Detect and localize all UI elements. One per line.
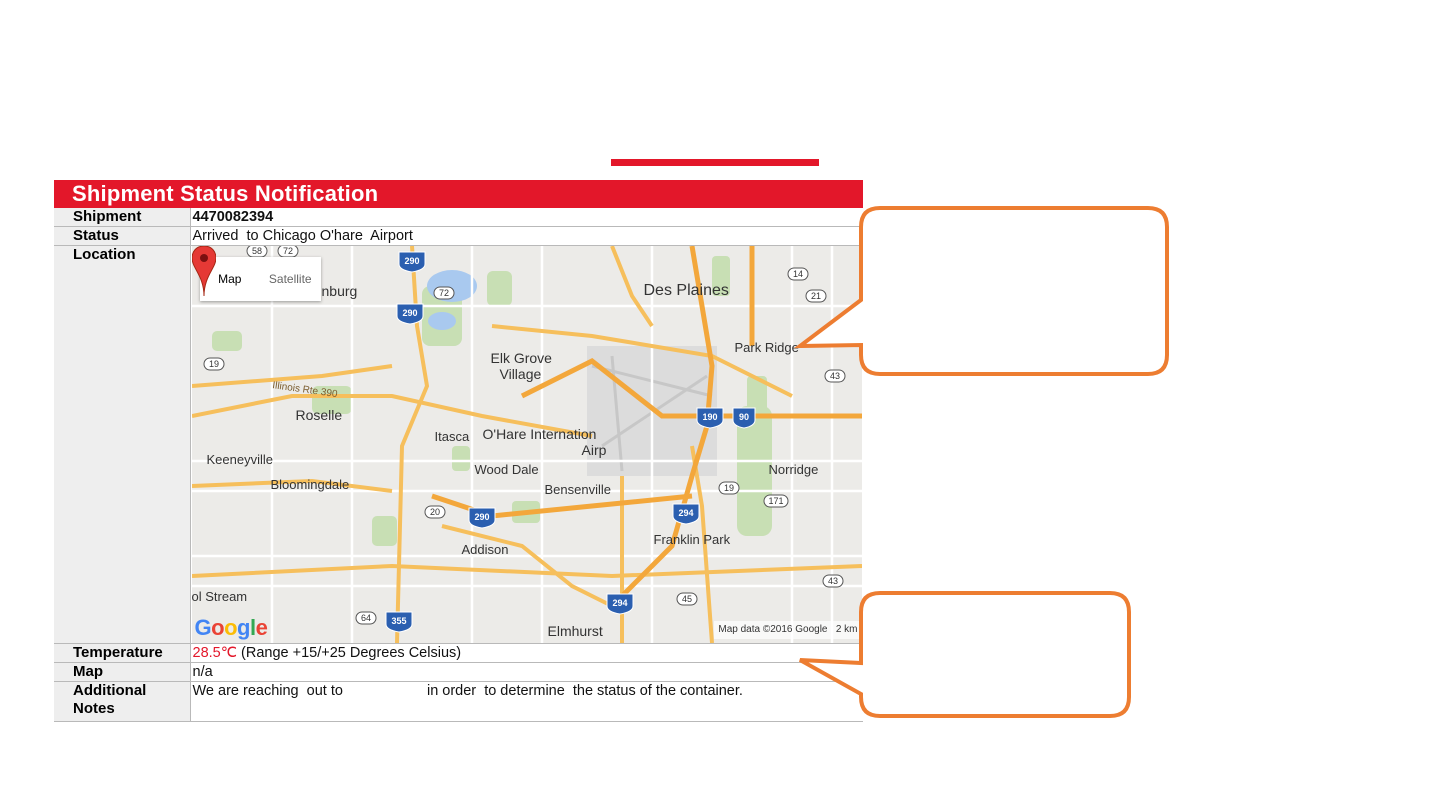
status-label: Status <box>54 226 191 246</box>
svg-text:355: 355 <box>391 616 406 626</box>
map-label-roselle: Roselle <box>295 407 343 423</box>
svg-text:290: 290 <box>402 308 417 318</box>
map-value: n/a <box>190 662 863 682</box>
map-attribution: Map data ©2016 Google 2 km <box>714 621 862 639</box>
svg-text:294: 294 <box>612 598 627 608</box>
svg-text:19: 19 <box>208 359 218 369</box>
map-toggle-satellite[interactable]: Satellite <box>260 257 321 301</box>
row-temperature: Temperature 28.5℃ (Range +15/+25 Degrees… <box>54 643 863 663</box>
map-label-elmhurst: Elmhurst <box>547 623 603 639</box>
svg-text:72: 72 <box>438 288 448 298</box>
location-label: Location <box>54 245 191 644</box>
notes-text-part1: We are reaching out to <box>192 683 343 699</box>
map-label-burg: nburg <box>321 283 358 299</box>
location-map[interactable]: 290 290 290 190 90 294 294 355 58 72 72 … <box>191 246 862 643</box>
map-label-keeneyville: Keeneyville <box>206 452 274 467</box>
svg-text:19: 19 <box>723 483 733 493</box>
svg-text:45: 45 <box>681 594 691 604</box>
svg-text:90: 90 <box>738 412 748 422</box>
svg-text:290: 290 <box>474 512 489 522</box>
temperature-reading: 28.5℃ <box>192 645 238 661</box>
svg-text:171: 171 <box>768 496 783 506</box>
svg-text:190: 190 <box>702 412 717 422</box>
shipment-label: Shipment <box>54 208 191 227</box>
status-value: Arrived to Chicago O'hare Airport <box>190 226 863 246</box>
map-label-norridge: Norridge <box>768 462 819 477</box>
google-logo: Google <box>194 615 268 640</box>
svg-text:58: 58 <box>251 246 261 256</box>
temperature-label: Temperature <box>54 643 191 663</box>
shield-label: 290 <box>404 256 419 266</box>
notification-table: Shipment 4470082394 Status Arrived to Ch… <box>54 208 863 722</box>
map-label-addison: Addison <box>461 542 509 557</box>
svg-text:21: 21 <box>810 291 820 301</box>
map-label-park-ridge: Park Ridge <box>734 340 799 355</box>
row-location: Location 290 290 290 190 90 294 294 355 … <box>54 245 863 644</box>
svg-text:20: 20 <box>429 507 439 517</box>
map-label-carol-stream: ol Stream <box>191 589 248 604</box>
map-label-wood-dale: Wood Dale <box>474 462 539 477</box>
svg-text:64: 64 <box>360 613 370 623</box>
map-label-airport: Airp <box>581 442 607 458</box>
shipment-number: 4470082394 <box>192 209 274 225</box>
map-label: Map <box>54 662 191 682</box>
map-label-ohare: O'Hare Internation <box>482 426 597 442</box>
svg-text:294: 294 <box>678 508 693 518</box>
svg-text:72: 72 <box>282 246 292 256</box>
row-map: Map n/a <box>54 662 863 682</box>
row-notes: Additional Notes We are reaching out to in… <box>54 681 863 722</box>
notes-label-line2: Notes <box>73 700 115 717</box>
notes-label-line1: Additional <box>73 682 147 699</box>
map-label-bloomingdale: Bloomingdale <box>270 477 350 492</box>
row-shipment: Shipment 4470082394 <box>54 208 863 227</box>
map-label-village: Village <box>499 366 542 382</box>
map-label-bensenville: Bensenville <box>544 482 612 497</box>
row-status: Status Arrived to Chicago O'hare Airport <box>54 226 863 246</box>
notification-title: Shipment Status Notification <box>54 180 863 208</box>
title-accent-line <box>611 159 819 166</box>
svg-text:43: 43 <box>829 371 839 381</box>
map-type-toggle: Map Satellite <box>199 257 321 301</box>
notes-text-part2: in order to determine the status of the … <box>426 683 743 699</box>
location-pin-icon[interactable] <box>191 246 216 296</box>
map-label-itasca: Itasca <box>434 429 470 444</box>
svg-text:14: 14 <box>792 269 802 279</box>
map-label-des-plaines: Des Plaines <box>643 282 729 299</box>
shipment-status-notification: Shipment Status Notification Shipment 44… <box>54 180 863 722</box>
svg-text:43: 43 <box>827 576 837 586</box>
map-label-franklin-park: Franklin Park <box>653 532 731 547</box>
map-canvas: 290 290 290 190 90 294 294 355 58 72 72 … <box>191 246 862 643</box>
temperature-range: (Range +15/+25 Degrees Celsius) <box>237 645 462 661</box>
